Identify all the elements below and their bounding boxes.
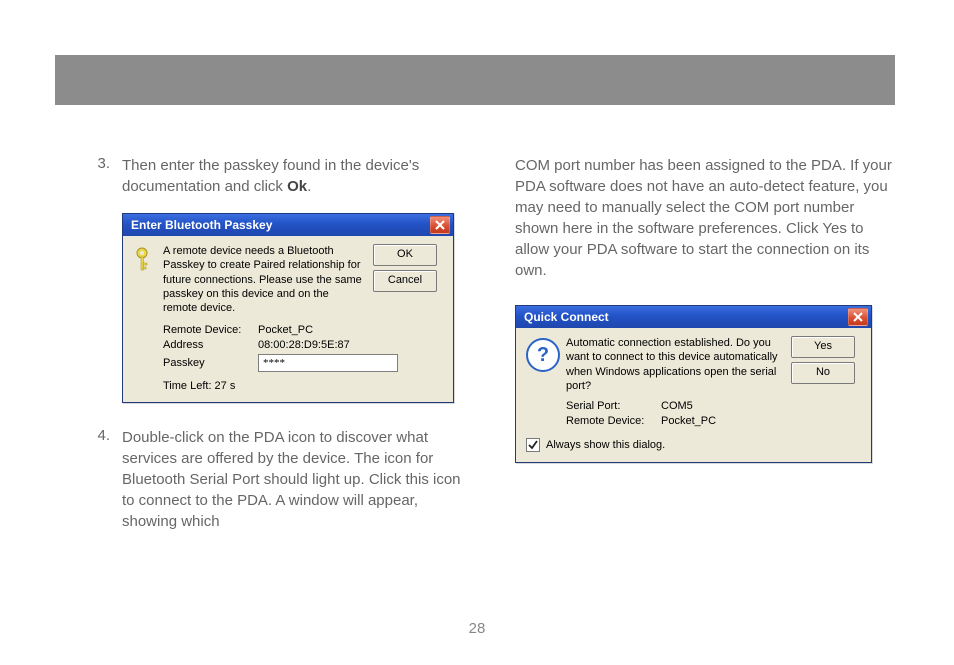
document-page: 3. Then enter the passkey found in the d… — [0, 0, 954, 665]
step-number: 3. — [80, 155, 122, 197]
quick-connect-dialog: Quick Connect ? Automatic connection est… — [515, 305, 872, 463]
continuation-text: COM port number has been assigned to the… — [515, 155, 895, 281]
dialog-body: A remote device needs a Bluetooth Passke… — [123, 236, 453, 402]
page-number: 28 — [0, 620, 954, 637]
dialog-titlebar[interactable]: Quick Connect — [516, 306, 871, 328]
dialog-title: Quick Connect — [524, 310, 609, 324]
dialog-message: A remote device needs a Bluetooth Passke… — [163, 244, 373, 315]
serial-port-value: COM5 — [661, 400, 693, 412]
remote-device-value: Pocket_PC — [258, 324, 313, 336]
remote-device-value: Pocket_PC — [661, 415, 716, 427]
time-left-label: Time Left: 27 s — [163, 380, 443, 392]
address-label: Address — [163, 339, 258, 351]
step-text: Then enter the passkey found in the devi… — [122, 155, 475, 197]
step-number: 4. — [80, 427, 122, 532]
header-bar — [55, 55, 895, 105]
dialog-titlebar[interactable]: Enter Bluetooth Passkey — [123, 214, 453, 236]
left-column: 3. Then enter the passkey found in the d… — [80, 155, 475, 548]
passkey-input[interactable]: **** — [258, 354, 398, 372]
ok-button[interactable]: OK — [373, 244, 437, 266]
dialog-message: Automatic connection established. Do you… — [566, 336, 791, 393]
close-icon[interactable] — [430, 216, 450, 234]
dialog-title: Enter Bluetooth Passkey — [131, 218, 272, 232]
question-icon: ? — [526, 336, 566, 372]
no-button[interactable]: No — [791, 362, 855, 384]
step-4: 4. Double-click on the PDA icon to disco… — [80, 427, 475, 532]
step-3-ok-word: Ok — [287, 178, 307, 195]
close-icon[interactable] — [848, 308, 868, 326]
remote-device-label: Remote Device: — [566, 415, 661, 427]
cancel-button[interactable]: Cancel — [373, 270, 437, 292]
dialog-body: ? Automatic connection established. Do y… — [516, 328, 871, 462]
address-value: 08:00:28:D9:5E:87 — [258, 339, 350, 351]
always-show-checkbox[interactable] — [526, 438, 540, 452]
step-text: Double-click on the PDA icon to discover… — [122, 427, 475, 532]
step-3-text-b: . — [307, 178, 311, 195]
remote-device-label: Remote Device: — [163, 324, 258, 336]
passkey-label: Passkey — [163, 357, 258, 369]
serial-port-label: Serial Port: — [566, 400, 661, 412]
right-column: COM port number has been assigned to the… — [515, 155, 895, 548]
bluetooth-passkey-dialog: Enter Bluetooth Passkey — [122, 213, 454, 403]
step-3-text-a: Then enter the passkey found in the devi… — [122, 157, 419, 195]
step-3: 3. Then enter the passkey found in the d… — [80, 155, 475, 197]
key-icon — [133, 244, 163, 275]
content-columns: 3. Then enter the passkey found in the d… — [80, 155, 895, 548]
checkbox-label: Always show this dialog. — [546, 439, 665, 451]
yes-button[interactable]: Yes — [791, 336, 855, 358]
